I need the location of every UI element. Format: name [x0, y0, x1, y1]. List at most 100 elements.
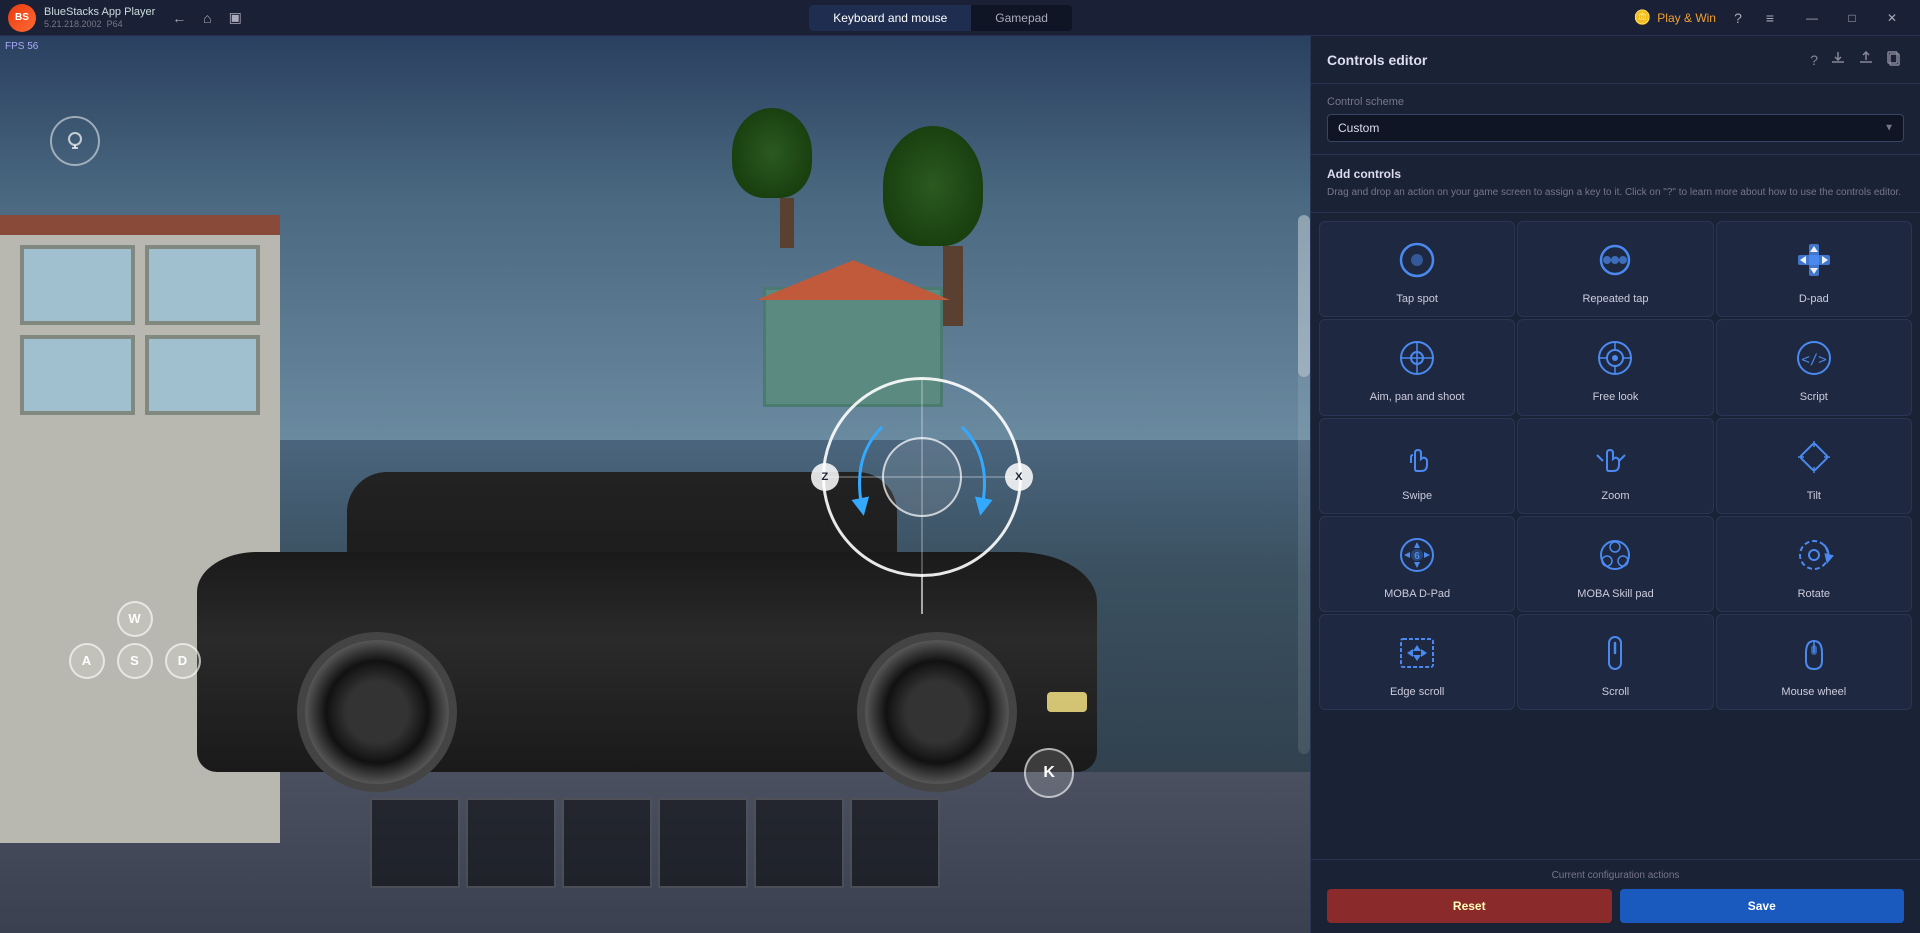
- top-bar: BS BlueStacks App Player 5.21.218.2002 P…: [0, 0, 1920, 36]
- tab-group: Keyboard and mouse Gamepad: [809, 5, 1072, 31]
- edge-scroll-icon: [1393, 629, 1441, 677]
- fps-label: FPS 56: [5, 41, 38, 52]
- control-repeated-tap[interactable]: Repeated tap: [1517, 221, 1713, 317]
- moba-skill-label: MOBA Skill pad: [1577, 587, 1653, 601]
- control-scroll[interactable]: Scroll: [1517, 614, 1713, 710]
- import-icon: [1830, 50, 1846, 66]
- key-badge-z: Z: [811, 463, 839, 491]
- minimize-button[interactable]: —: [1792, 0, 1832, 36]
- window-4: [145, 335, 260, 415]
- wasd-middle-row: A S D: [66, 640, 204, 682]
- save-button[interactable]: Save: [1620, 889, 1905, 923]
- key-s: S: [117, 643, 153, 679]
- add-controls-desc: Drag and drop an action on your game scr…: [1327, 185, 1904, 200]
- panel-export-button[interactable]: [1856, 48, 1876, 71]
- joystick-inner: [882, 437, 962, 517]
- hotbar-slot-6: [850, 798, 940, 888]
- panel-import-button[interactable]: [1828, 48, 1848, 71]
- scroll-hint: [1298, 215, 1310, 753]
- tap-spot-icon: [1393, 236, 1441, 284]
- controls-grid: Tap spot Repeated tap: [1311, 213, 1920, 859]
- control-zoom[interactable]: Zoom: [1517, 418, 1713, 514]
- close-button[interactable]: ✕: [1872, 0, 1912, 36]
- bulb-icon: [63, 129, 87, 153]
- control-free-look[interactable]: Free look: [1517, 319, 1713, 415]
- moba-skill-icon: [1591, 531, 1639, 579]
- coin-icon: 🪙: [1634, 9, 1651, 26]
- app-logo: BS: [8, 4, 36, 32]
- swipe-label: Swipe: [1402, 489, 1432, 503]
- window-controls: — □ ✕: [1792, 0, 1912, 36]
- copy-icon: [1886, 50, 1902, 66]
- aim-pan-icon: [1393, 334, 1441, 382]
- control-scheme-section: Control scheme Custom ▼: [1311, 84, 1920, 155]
- panel-help-button[interactable]: ?: [1808, 48, 1820, 71]
- history-button[interactable]: ▣: [223, 6, 247, 30]
- game-background: Z X W A S D K: [0, 36, 1310, 933]
- control-tilt[interactable]: Tilt: [1716, 418, 1912, 514]
- hotbar-slot-1: [370, 798, 460, 888]
- maximize-button[interactable]: □: [1832, 0, 1872, 36]
- main-layout: Z X W A S D K: [0, 36, 1920, 933]
- moba-dpad-label: MOBA D-Pad: [1384, 587, 1450, 601]
- scroll-thumb: [1298, 215, 1310, 376]
- back-button[interactable]: ←: [167, 6, 191, 30]
- top-bar-actions: ? ≡: [1724, 4, 1784, 32]
- home-button[interactable]: ⌂: [195, 6, 219, 30]
- hotbar-slot-4: [658, 798, 748, 888]
- window-2: [145, 245, 260, 325]
- scheme-select-wrapper: Custom ▼: [1327, 114, 1904, 142]
- rotate-icon: [1790, 531, 1838, 579]
- tab-keyboard[interactable]: Keyboard and mouse: [809, 5, 971, 31]
- car-wheel-left: [297, 632, 457, 792]
- zoom-icon: [1591, 433, 1639, 481]
- wasd-keys: W A S D: [66, 598, 204, 682]
- hotbar-slot-3: [562, 798, 652, 888]
- building-windows: [20, 245, 260, 415]
- play-win-button[interactable]: 🪙 Play & Win: [1634, 9, 1716, 26]
- menu-button[interactable]: ≡: [1756, 4, 1784, 32]
- control-swipe[interactable]: Swipe: [1319, 418, 1515, 514]
- control-rotate[interactable]: Rotate: [1716, 516, 1912, 612]
- control-mouse-wheel[interactable]: Mouse wheel: [1716, 614, 1912, 710]
- script-label: Script: [1800, 390, 1828, 404]
- dpad-label: D-pad: [1799, 292, 1829, 306]
- joystick-stem: [921, 574, 923, 614]
- mouse-wheel-icon: [1790, 629, 1838, 677]
- panel-copy-button[interactable]: [1884, 48, 1904, 71]
- control-script[interactable]: </> Script: [1716, 319, 1912, 415]
- config-label: Current configuration actions: [1327, 870, 1904, 881]
- panel-footer: Current configuration actions Reset Save: [1311, 859, 1920, 933]
- svg-text:6: 6: [1414, 551, 1420, 562]
- control-dpad[interactable]: D-pad: [1716, 221, 1912, 317]
- free-look-label: Free look: [1593, 390, 1639, 404]
- swipe-icon: [1393, 433, 1441, 481]
- reset-button[interactable]: Reset: [1327, 889, 1612, 923]
- nav-buttons: ← ⌂ ▣: [167, 6, 247, 30]
- scheme-select[interactable]: Custom: [1327, 114, 1904, 142]
- repeated-tap-icon: [1591, 236, 1639, 284]
- hint-icon[interactable]: [50, 116, 100, 166]
- hotbar-slot-5: [754, 798, 844, 888]
- control-moba-skill[interactable]: MOBA Skill pad: [1517, 516, 1713, 612]
- tap-spot-label: Tap spot: [1396, 292, 1438, 306]
- control-aim-pan[interactable]: Aim, pan and shoot: [1319, 319, 1515, 415]
- control-tap-spot[interactable]: Tap spot: [1319, 221, 1515, 317]
- joystick-outer: Z X: [822, 377, 1022, 577]
- window-1: [20, 245, 135, 325]
- footer-buttons: Reset Save: [1327, 889, 1904, 923]
- control-edge-scroll[interactable]: Edge scroll: [1319, 614, 1515, 710]
- control-moba-dpad[interactable]: 6 MOBA D-Pad: [1319, 516, 1515, 612]
- moba-dpad-icon: 6: [1393, 531, 1441, 579]
- key-badge-x: X: [1005, 463, 1033, 491]
- hotbar-slot-2: [466, 798, 556, 888]
- controls-panel: Controls editor ? Control scheme Custom: [1310, 36, 1920, 933]
- mouse-wheel-label: Mouse wheel: [1781, 685, 1846, 699]
- repeated-tap-label: Repeated tap: [1582, 292, 1648, 306]
- help-button[interactable]: ?: [1724, 4, 1752, 32]
- app-name: BlueStacks App Player: [44, 6, 155, 19]
- tab-gamepad[interactable]: Gamepad: [971, 5, 1072, 31]
- dpad-icon: [1790, 236, 1838, 284]
- tilt-label: Tilt: [1807, 489, 1821, 503]
- joystick-overlay: Z X: [822, 377, 1022, 577]
